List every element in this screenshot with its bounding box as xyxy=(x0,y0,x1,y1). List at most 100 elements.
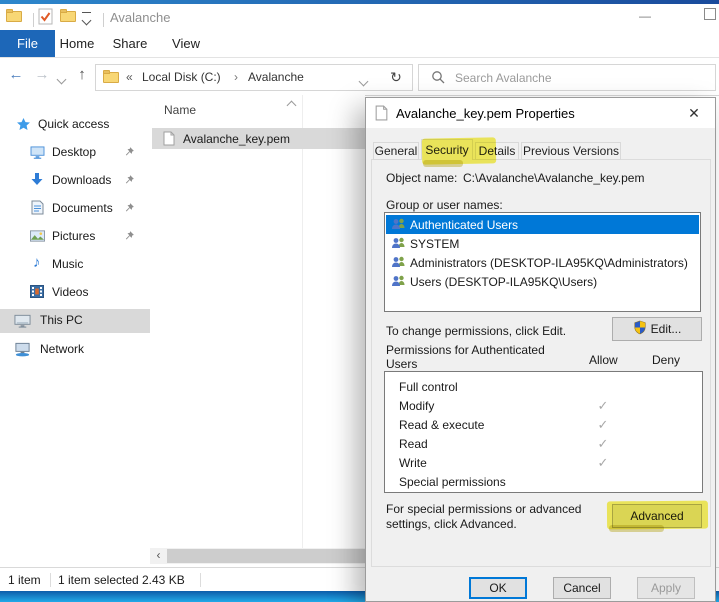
documents-icon xyxy=(31,200,44,218)
window-title: Avalanche xyxy=(110,10,170,25)
breadcrumb-separator: › xyxy=(234,66,238,89)
permission-name: Read & execute xyxy=(399,418,484,432)
ok-button[interactable]: OK xyxy=(469,577,527,599)
search-input[interactable] xyxy=(453,66,707,89)
group-row-administrators[interactable]: Administrators (DESKTOP-ILA95KQ\Administ… xyxy=(386,253,699,272)
this-pc-icon xyxy=(14,314,31,331)
horizontal-scrollbar[interactable]: ‹ xyxy=(150,548,365,564)
permission-name: Write xyxy=(399,456,427,470)
properties-check-icon[interactable] xyxy=(38,8,53,28)
permissions-listbox: Full control Modify ✓ Read & execute ✓ R… xyxy=(384,371,703,493)
pin-icon xyxy=(123,146,136,159)
sidebar-item-videos[interactable]: Videos xyxy=(0,281,150,305)
pictures-icon xyxy=(30,230,45,245)
search-box[interactable] xyxy=(418,64,716,91)
permissions-label: Permissions for Authenticated Users xyxy=(386,343,571,371)
users-group-icon xyxy=(391,218,407,231)
group-row-system[interactable]: SYSTEM xyxy=(386,234,699,253)
permission-name: Special permissions xyxy=(399,475,506,489)
sidebar-label: Music xyxy=(52,257,83,271)
qat-folder-icon[interactable] xyxy=(60,9,76,25)
sidebar-label: Quick access xyxy=(38,117,109,131)
status-separator xyxy=(50,573,51,587)
sidebar-label: Desktop xyxy=(52,145,96,159)
qat-separator-2 xyxy=(103,13,104,27)
permission-row-modify: Modify ✓ xyxy=(386,396,701,415)
desktop-icon xyxy=(30,146,45,162)
selection-size: 2.43 KB xyxy=(142,573,185,587)
edit-button-label: Edit... xyxy=(651,322,682,336)
properties-dialog: Avalanche_key.pem Properties ✕ General S… xyxy=(365,97,716,602)
sidebar-item-pictures[interactable]: Pictures xyxy=(0,225,150,249)
up-button[interactable]: ↑ xyxy=(70,63,94,87)
sidebar-item-documents[interactable]: Documents xyxy=(0,197,150,221)
pin-icon xyxy=(123,174,136,187)
group-name: Users (DESKTOP-ILA95KQ\Users) xyxy=(410,275,597,289)
tab-home[interactable]: Home xyxy=(57,30,97,57)
back-button[interactable]: ← xyxy=(4,63,28,87)
permission-row-read-execute: Read & execute ✓ xyxy=(386,415,701,434)
sidebar-label: This PC xyxy=(40,313,83,327)
scroll-left-arrow[interactable]: ‹ xyxy=(150,548,167,564)
group-name: Authenticated Users xyxy=(410,218,518,232)
cancel-button[interactable]: Cancel xyxy=(553,577,611,599)
navigation-bar: ← → ↑ « Local Disk (C:) › Avalanche ↻ xyxy=(0,58,719,96)
file-row-selected[interactable]: Avalanche_key.pem xyxy=(152,128,365,149)
forward-button[interactable]: → xyxy=(30,63,54,87)
groups-listbox: Authenticated Users SYSTEM Administrator… xyxy=(384,212,701,312)
pin-icon xyxy=(123,202,136,215)
refresh-button[interactable]: ↻ xyxy=(380,64,413,91)
permission-row-write: Write ✓ xyxy=(386,453,701,472)
permission-name: Modify xyxy=(399,399,434,413)
app-folder-icon[interactable] xyxy=(6,9,22,25)
dialog-tab-general[interactable]: General xyxy=(373,142,419,160)
breadcrumb-folder[interactable]: Avalanche xyxy=(248,66,304,89)
dialog-tab-security[interactable]: Security xyxy=(421,139,473,160)
file-name: Avalanche_key.pem xyxy=(183,132,290,146)
dialog-tab-previous-versions[interactable]: Previous Versions xyxy=(521,142,621,160)
search-icon xyxy=(431,70,445,87)
recent-locations-chevron-icon[interactable] xyxy=(58,72,65,86)
qat-separator xyxy=(33,13,34,27)
tab-share[interactable]: Share xyxy=(110,30,150,57)
advanced-hint: For special permissions or advanced sett… xyxy=(386,502,621,532)
permission-name: Read xyxy=(399,437,428,451)
minimize-button[interactable]: — xyxy=(630,6,660,26)
dialog-tab-details[interactable]: Details xyxy=(475,142,519,160)
object-name-label: Object name: xyxy=(386,171,457,185)
maximize-icon xyxy=(704,8,716,20)
dialog-close-icon[interactable]: ✕ xyxy=(681,103,707,123)
selection-count: 1 item selected xyxy=(58,573,139,587)
group-row-users[interactable]: Users (DESKTOP-ILA95KQ\Users) xyxy=(386,272,699,291)
address-dropdown-chevron-icon[interactable] xyxy=(360,74,367,88)
maximize-button[interactable] xyxy=(695,6,719,26)
sidebar-item-network[interactable]: Network xyxy=(0,338,150,362)
permission-row-read: Read ✓ xyxy=(386,434,701,453)
sidebar-label: Videos xyxy=(52,285,88,299)
apply-button[interactable]: Apply xyxy=(637,577,695,599)
group-row-authenticated-users[interactable]: Authenticated Users xyxy=(386,215,699,234)
videos-icon xyxy=(30,285,44,301)
allow-checkmark: ✓ xyxy=(591,398,615,414)
edit-button[interactable]: Edit... xyxy=(612,317,702,341)
qat-customize-icon[interactable] xyxy=(82,12,92,27)
tab-file[interactable]: File xyxy=(0,30,55,57)
sidebar-item-quick-access[interactable]: Quick access xyxy=(0,113,150,137)
advanced-button[interactable]: Advanced xyxy=(612,504,702,528)
users-group-icon xyxy=(391,275,407,288)
sidebar-label: Network xyxy=(40,342,84,356)
users-group-icon xyxy=(391,256,407,269)
name-column-header[interactable]: Name xyxy=(164,103,196,117)
dialog-title: Avalanche_key.pem Properties xyxy=(396,106,575,121)
breadcrumb-root-chevron[interactable]: « xyxy=(126,66,133,89)
sidebar-item-downloads[interactable]: Downloads xyxy=(0,169,150,193)
uac-shield-icon xyxy=(633,320,647,342)
address-bar[interactable]: « Local Disk (C:) › Avalanche xyxy=(95,64,383,91)
breadcrumb-drive[interactable]: Local Disk (C:) xyxy=(142,66,221,89)
sidebar-item-desktop[interactable]: Desktop xyxy=(0,141,150,165)
sidebar-item-music[interactable]: ♪ Music xyxy=(0,253,150,277)
allow-checkmark: ✓ xyxy=(591,455,615,471)
scrollbar-thumb[interactable] xyxy=(167,549,365,563)
sidebar-item-this-pc[interactable]: This PC xyxy=(0,309,150,333)
tab-view[interactable]: View xyxy=(166,30,206,57)
